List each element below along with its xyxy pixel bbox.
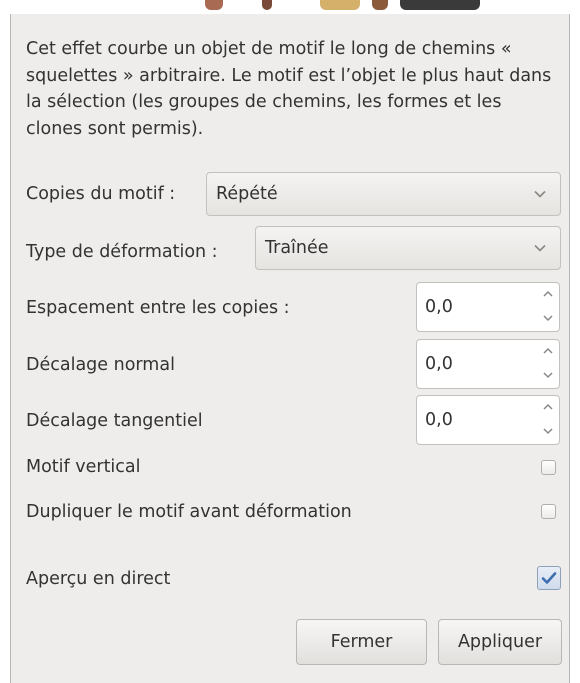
chevron-down-icon[interactable] [542, 312, 554, 324]
copies-combo[interactable]: Répété [206, 172, 561, 216]
spin-arrows [537, 396, 559, 444]
live-preview-label: Aperçu en direct [26, 569, 171, 589]
copies-value: Répété [216, 184, 278, 204]
normal-offset-value: 0,0 [425, 354, 453, 374]
duplicate-pattern-label: Dupliquer le motif avant déformation [26, 502, 352, 522]
normal-offset-label: Décalage normal [26, 355, 175, 375]
canvas-artwork-fragment [372, 0, 388, 10]
checkmark-icon [541, 572, 557, 584]
duplicate-pattern-checkbox[interactable] [541, 504, 556, 519]
live-preview-checkbox[interactable] [537, 566, 561, 590]
chevron-up-icon[interactable] [542, 288, 554, 300]
deformation-value: Traînée [265, 238, 329, 258]
chevron-down-icon [534, 190, 546, 198]
chevron-up-icon[interactable] [542, 401, 554, 413]
canvas-artwork-fragment [400, 0, 480, 10]
background-canvas-strip [0, 0, 580, 14]
spacing-value: 0,0 [425, 297, 453, 317]
vertical-pattern-checkbox[interactable] [541, 460, 556, 475]
apply-button[interactable]: Appliquer [438, 619, 562, 665]
normal-offset-spinbox[interactable]: 0,0 [416, 339, 560, 389]
spin-arrows [537, 340, 559, 388]
spacing-label: Espacement entre les copies : [26, 298, 290, 318]
canvas-artwork-fragment [262, 0, 272, 10]
chevron-down-icon[interactable] [542, 425, 554, 437]
deformation-label: Type de déformation : [26, 242, 218, 262]
vertical-pattern-label: Motif vertical [26, 457, 141, 477]
canvas-artwork-fragment [205, 0, 223, 10]
copies-label: Copies du motif : [26, 184, 176, 204]
deformation-combo[interactable]: Traînée [255, 226, 561, 270]
chevron-up-icon[interactable] [542, 345, 554, 357]
tangential-offset-value: 0,0 [425, 410, 453, 430]
canvas-artwork-fragment [320, 0, 360, 10]
effect-description: Cet effet courbe un objet de motif le lo… [26, 39, 552, 139]
tangential-offset-spinbox[interactable]: 0,0 [416, 395, 560, 445]
close-button[interactable]: Fermer [296, 619, 427, 665]
chevron-down-icon [534, 244, 546, 252]
spacing-spinbox[interactable]: 0,0 [416, 282, 560, 332]
spin-arrows [537, 283, 559, 331]
tangential-offset-label: Décalage tangentiel [26, 411, 203, 431]
chevron-down-icon[interactable] [542, 369, 554, 381]
bend-pattern-dialog: Cet effet courbe un objet de motif le lo… [10, 14, 570, 683]
